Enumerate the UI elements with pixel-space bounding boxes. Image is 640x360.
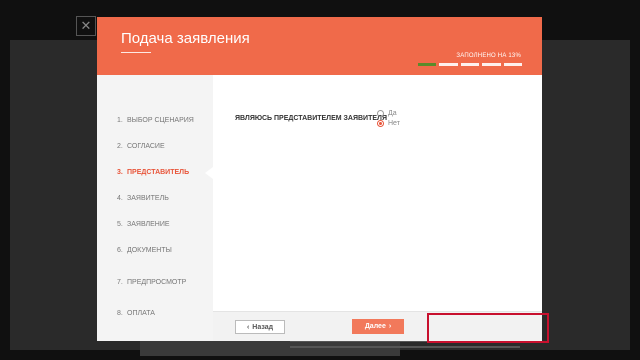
step-label: ОПЛАТА — [127, 310, 155, 317]
progress-segment — [503, 63, 523, 66]
next-button-label: Далее — [364, 323, 386, 330]
application-dialog: Подача заявления ЗАПОЛНЕНО НА 13% 1. ВЫБО… — [97, 17, 542, 341]
step-number: 4. — [117, 195, 123, 202]
progress-label: ЗАПОЛНЕНО НА 13% — [456, 53, 521, 59]
radio-yes-button[interactable] — [377, 110, 384, 117]
dialog-header: Подача заявления ЗАПОЛНЕНО НА 13% — [97, 17, 542, 75]
chevron-left-icon: ‹ — [246, 323, 250, 331]
close-icon[interactable]: ✕ — [76, 16, 96, 36]
progress-segment — [439, 63, 458, 66]
dialog-title: Подача заявления — [121, 30, 250, 47]
step-number: 1. — [117, 117, 123, 124]
back-button-label: Назад — [252, 323, 274, 331]
radio-no-label: Нет — [388, 120, 400, 127]
step-label: ПРЕДСТАВИТЕЛЬ — [127, 169, 190, 176]
progress-segment-done — [418, 63, 437, 66]
step-number: 2. — [117, 143, 123, 150]
sidebar-step-2[interactable]: 2. СОГЛАСИЕ — [117, 143, 165, 150]
next-button[interactable]: Далее › — [352, 319, 404, 334]
sidebar-step-3[interactable]: 3. ПРЕДСТАВИТЕЛЬ — [117, 169, 189, 176]
step-number: 7. — [117, 279, 123, 286]
sidebar-step-7[interactable]: 7. ПРЕДПРОСМОТР — [117, 279, 186, 286]
radio-option-yes[interactable]: Да — [377, 110, 397, 117]
active-step-pointer — [205, 167, 213, 179]
radio-no-button[interactable] — [377, 120, 384, 127]
progress-segment — [460, 63, 480, 66]
sidebar-step-5[interactable]: 5. ЗАЯВЛЕНИЕ — [117, 221, 170, 228]
chevron-right-icon: › — [388, 323, 392, 330]
step-label: ВЫБОР СЦЕНАРИЯ — [127, 117, 194, 124]
progress-segment — [482, 63, 501, 66]
backdrop-text-line — [290, 346, 520, 348]
step-number: 5. — [117, 221, 123, 228]
back-button[interactable]: ‹ Назад — [235, 320, 285, 334]
sidebar-step-1[interactable]: 1. ВЫБОР СЦЕНАРИЯ — [117, 117, 194, 124]
progress-bar — [418, 63, 523, 66]
radio-option-no[interactable]: Нет — [377, 120, 400, 127]
step-label: ЗАЯВИТЕЛЬ — [127, 195, 169, 202]
step-label: СОГЛАСИЕ — [127, 143, 165, 150]
step-number: 6. — [117, 247, 123, 254]
sidebar-step-6[interactable]: 6. ДОКУМЕНТЫ — [117, 247, 172, 254]
sidebar-step-8[interactable]: 8. ОПЛАТА — [117, 310, 155, 317]
step-label: ЗАЯВЛЕНИЕ — [127, 221, 170, 228]
dialog-content: ЯВЛЯЮСЬ ПРЕДСТАВИТЕЛЕМ ЗАЯВИТЕЛЯ Да Нет — [213, 75, 542, 311]
sidebar-step-4[interactable]: 4. ЗАЯВИТЕЛЬ — [117, 195, 169, 202]
radio-yes-label: Да — [388, 110, 397, 117]
step-label: ДОКУМЕНТЫ — [127, 247, 172, 254]
step-number: 8. — [117, 310, 123, 317]
step-number: 3. — [117, 169, 123, 176]
step-label: ПРЕДПРОСМОТР — [127, 279, 187, 286]
steps-sidebar: 1. ВЫБОР СЦЕНАРИЯ 2. СОГЛАСИЕ 3. ПРЕДСТАВИТЕЛ… — [97, 75, 213, 341]
title-underline — [121, 52, 151, 53]
question-label: ЯВЛЯЮСЬ ПРЕДСТАВИТЕЛЕМ ЗАЯВИТЕЛЯ — [235, 115, 387, 122]
